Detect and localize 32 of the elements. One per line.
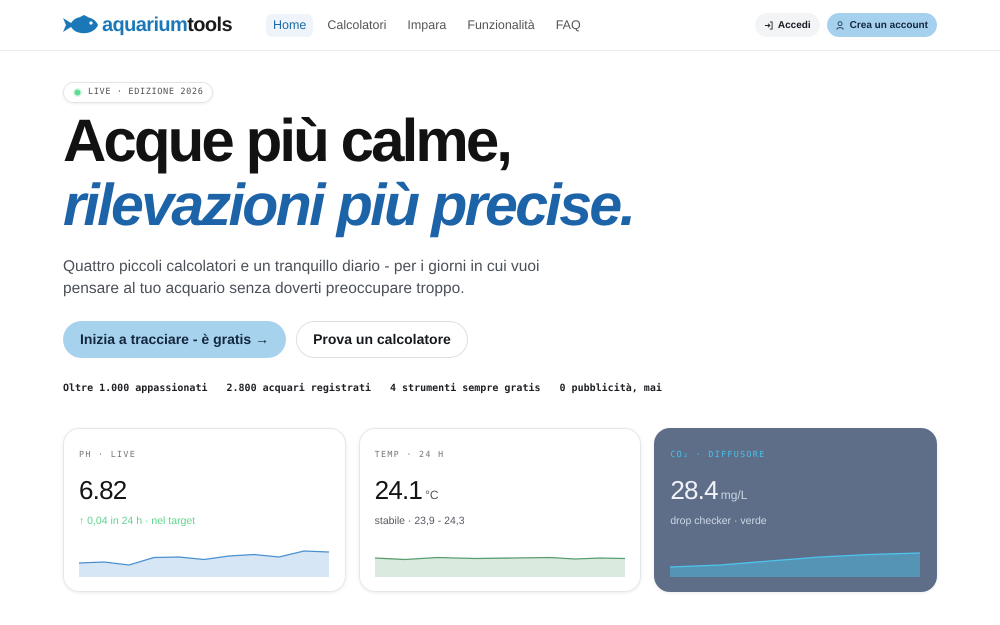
login-icon (764, 20, 773, 30)
metric-unit: mg/L (720, 489, 748, 501)
headline-accent-text: rilevazioni più precise. (63, 173, 634, 237)
metric-value: 6.82 (79, 477, 126, 503)
metric-value: 24.1 (374, 477, 422, 503)
metric-note: drop checker · verde (670, 515, 767, 527)
intro-text: Quattro piccoli calcolatori e un tranquillo diario - per i giorni in cui vuoi pensare al tuo acquario senza doverti preoccupare troppo. (63, 257, 540, 299)
stat-text: 0 pubblicità, mai (560, 382, 662, 396)
metric-value: 28.4 (670, 477, 718, 503)
nav-link[interactable]: Calcolatori (320, 14, 394, 36)
nav-link[interactable]: FAQ (548, 14, 588, 36)
nav-link[interactable]: Impara (400, 14, 454, 36)
login-button[interactable]: Accedi (754, 13, 820, 37)
metric-unit: °C (425, 489, 439, 501)
headline-text: Acque più calme, (63, 109, 512, 173)
metric-label: CO₂ · DIFFUSORE (670, 449, 766, 459)
user-icon (836, 20, 845, 30)
metric-label: PH · LIVE (79, 449, 136, 459)
nav-link[interactable]: Funzionalità (460, 14, 542, 36)
metric-label: TEMP · 24 H (374, 449, 444, 459)
stat-text: 4 strumenti sempre gratis (390, 382, 541, 396)
stat-text: Oltre 1.000 appassionati (63, 382, 208, 396)
stat-text: 2.800 acquari registrati (226, 382, 371, 396)
badge-text: LIVE · EDIZIONE 2026 (88, 86, 204, 99)
try-calculator-button[interactable]: Prova un calcolatore (296, 321, 468, 358)
metric-note: stabile · 23,9 - 24,3 (374, 515, 465, 527)
metric-note: ↑ 0,04 in 24 h · nel target (79, 515, 196, 527)
start-tracking-button[interactable]: Inizia a tracciare - è gratis → (63, 321, 286, 358)
nav-link[interactable]: Home (266, 14, 314, 36)
fish-logo-icon[interactable] (63, 15, 98, 35)
signup-button[interactable]: Crea un account (826, 13, 937, 37)
logo-text[interactable]: aquariumtools (102, 15, 232, 35)
